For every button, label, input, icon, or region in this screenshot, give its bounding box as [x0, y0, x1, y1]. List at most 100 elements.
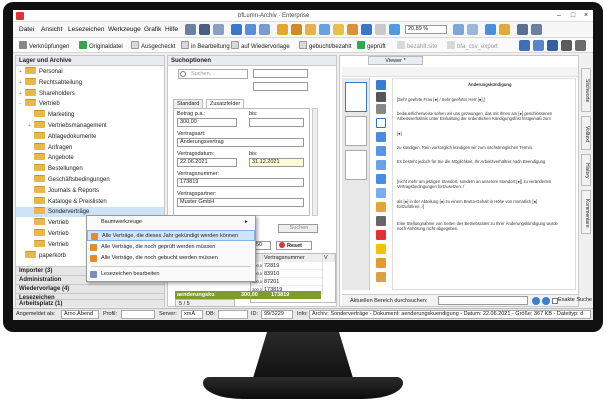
archive-icon[interactable]	[291, 24, 302, 35]
edit-icon[interactable]	[333, 24, 344, 35]
maximize-icon[interactable]: □	[567, 11, 579, 20]
zoom-in-icon[interactable]	[376, 146, 386, 156]
contract-number-input[interactable]: 173819	[177, 178, 304, 187]
tree-item[interactable]: + Vertriebsmanagement	[16, 121, 164, 131]
view-icon[interactable]	[185, 24, 196, 35]
amount-from-input[interactable]: 300,00	[177, 118, 237, 127]
ctx-tree-tools[interactable]: Baumwerkzeuge ▸	[87, 217, 255, 228]
tab-zusatzfelder[interactable]: Zusatzfelder	[206, 99, 245, 108]
zoom-select[interactable]: 20,89 %	[405, 25, 447, 34]
tree-item[interactable]: Anfragen	[16, 142, 164, 153]
booked-toggle[interactable]: gebucht/bezahlt	[299, 41, 351, 50]
contract-partner-input[interactable]: Muster GmbH	[177, 198, 304, 207]
rotate-icon[interactable]	[376, 174, 386, 184]
original-file-button[interactable]: Originaldatei	[79, 41, 123, 50]
csv-export-button[interactable]: bfa_csv_export	[447, 41, 498, 50]
save-annotation-icon[interactable]	[376, 80, 386, 90]
zoom-out-icon[interactable]	[376, 160, 386, 170]
next-result-icon[interactable]	[542, 297, 550, 305]
grid-header-number[interactable]: Vertragsnummer	[263, 254, 323, 262]
search-scope-select[interactable]	[253, 69, 308, 78]
paid-toggle[interactable]: bezahlt.site	[397, 41, 437, 50]
page-thumbnail[interactable]	[345, 82, 367, 112]
tab-stichworte[interactable]: Stichworte	[581, 68, 591, 112]
stamp-tool-icon[interactable]	[376, 202, 386, 212]
refresh-icon[interactable]	[389, 24, 400, 35]
grid-row-number[interactable]: 72819	[263, 262, 323, 270]
tree-item[interactable]: + Shareholders	[16, 88, 164, 99]
search-filter-select[interactable]	[253, 82, 308, 91]
menu-hilfe[interactable]: Hilfe	[165, 26, 178, 33]
tree-item[interactable]: Ablagedokumente	[16, 131, 164, 142]
tree-item[interactable]: Geschäftsbedingungen	[16, 175, 164, 185]
grid-row-number[interactable]: 87201	[263, 278, 323, 286]
ctx-bookmark-check[interactable]: Alle Verträge, die noch geprüft werden m…	[87, 242, 255, 253]
resubmission-toggle[interactable]: auf Wiedervorlage	[231, 41, 290, 50]
selected-row[interactable]: aenderungsku 300,00 173819	[175, 291, 321, 299]
stamp-edit-icon[interactable]	[533, 40, 544, 51]
crop-icon[interactable]	[376, 188, 386, 198]
tab-history[interactable]: History	[581, 154, 591, 186]
checked-out-toggle[interactable]: Ausgecheckt	[131, 41, 175, 50]
menu-ansicht[interactable]: Ansicht	[41, 26, 62, 33]
note-icon[interactable]	[499, 24, 510, 35]
menu-lesezeichen[interactable]: Lesezeichen	[68, 26, 105, 33]
note-tool-icon[interactable]	[376, 272, 386, 282]
tree-item[interactable]: Journals & Reports	[16, 185, 164, 196]
menu-datei[interactable]: Datei	[19, 26, 34, 33]
ctx-bookmark-book[interactable]: Alle Verträge, die noch gebucht werden m…	[87, 253, 255, 264]
stamp-icon[interactable]	[517, 24, 528, 35]
stamp-gray-icon[interactable]	[561, 40, 572, 51]
contract-date-to-input[interactable]: 31.12.2021	[249, 158, 304, 167]
scan-icon[interactable]	[245, 24, 256, 35]
layout-icon[interactable]	[531, 24, 542, 35]
viewer-tab[interactable]: Viewer *	[368, 56, 423, 65]
list-icon[interactable]	[213, 24, 224, 35]
accordion-wiedervorlage[interactable]: Wiedervorlage (4)	[16, 284, 164, 293]
key-icon[interactable]	[305, 24, 316, 35]
pen-icon[interactable]	[376, 258, 386, 268]
tab-kommentare[interactable]: Kommentare	[581, 190, 591, 234]
text-tool-icon[interactable]	[376, 216, 386, 226]
nav-icon[interactable]	[485, 24, 496, 35]
links-button[interactable]: Verknüpfungen	[19, 41, 69, 50]
grid-row-number[interactable]: 83910	[263, 270, 323, 278]
search-input[interactable]: Suchen...	[178, 69, 248, 79]
grid-icon[interactable]	[199, 24, 210, 35]
reset-button[interactable]: Reset	[276, 241, 312, 250]
stamp-config-icon[interactable]	[575, 40, 586, 51]
stamp-delete-icon[interactable]	[547, 40, 558, 51]
document-page[interactable]: Änderungskündigung [Sehr geehrte Frau [●…	[392, 78, 576, 290]
move-icon[interactable]	[376, 132, 386, 142]
highlight-icon[interactable]	[376, 244, 386, 254]
checked-toggle[interactable]: geprüft	[357, 41, 386, 50]
tree-item[interactable]: Kataloge & Preislisten	[16, 196, 164, 207]
accordion-arbeitsplatz[interactable]: Arbeitsplatz (1)	[16, 299, 164, 307]
contract-date-from-input[interactable]: 22.06.2021	[177, 158, 237, 167]
close-icon[interactable]: ×	[580, 11, 592, 20]
mail-icon[interactable]	[361, 24, 372, 35]
ctx-edit-bookmarks[interactable]: Lesezeichen bearbeiten	[87, 269, 255, 280]
tree-item[interactable]: Marketing	[16, 110, 164, 120]
cursor-icon[interactable]	[376, 118, 386, 128]
tab-standard[interactable]: Standard	[173, 99, 204, 108]
tab-volltext[interactable]: Volltext	[581, 116, 591, 150]
save-icon[interactable]	[231, 24, 242, 35]
tree-item[interactable]: Bestellungen	[16, 164, 164, 174]
search-button[interactable]: Suchen	[278, 224, 318, 233]
copy-icon[interactable]	[347, 24, 358, 35]
minimize-icon[interactable]: –	[553, 11, 565, 20]
redact-icon[interactable]	[376, 230, 386, 240]
fit-page-icon[interactable]	[467, 24, 478, 35]
contract-type-select[interactable]: Änderungsvertrag	[177, 138, 304, 147]
form-scrollbar[interactable]	[312, 108, 318, 216]
pager[interactable]: 5 / 5	[175, 299, 235, 307]
stamp-blue-icon[interactable]	[519, 40, 530, 51]
prev-result-icon[interactable]	[532, 297, 540, 305]
settings-icon[interactable]	[375, 24, 386, 35]
tree-item[interactable]: − Vertrieb	[16, 99, 164, 109]
grid-header-v[interactable]: V	[323, 254, 335, 262]
fit-width-icon[interactable]	[453, 24, 464, 35]
ctx-bookmark-cancel[interactable]: Alle Verträge, die dieses Jahr gekündigt…	[87, 230, 255, 241]
tree-item[interactable]: + Personal	[16, 67, 164, 77]
